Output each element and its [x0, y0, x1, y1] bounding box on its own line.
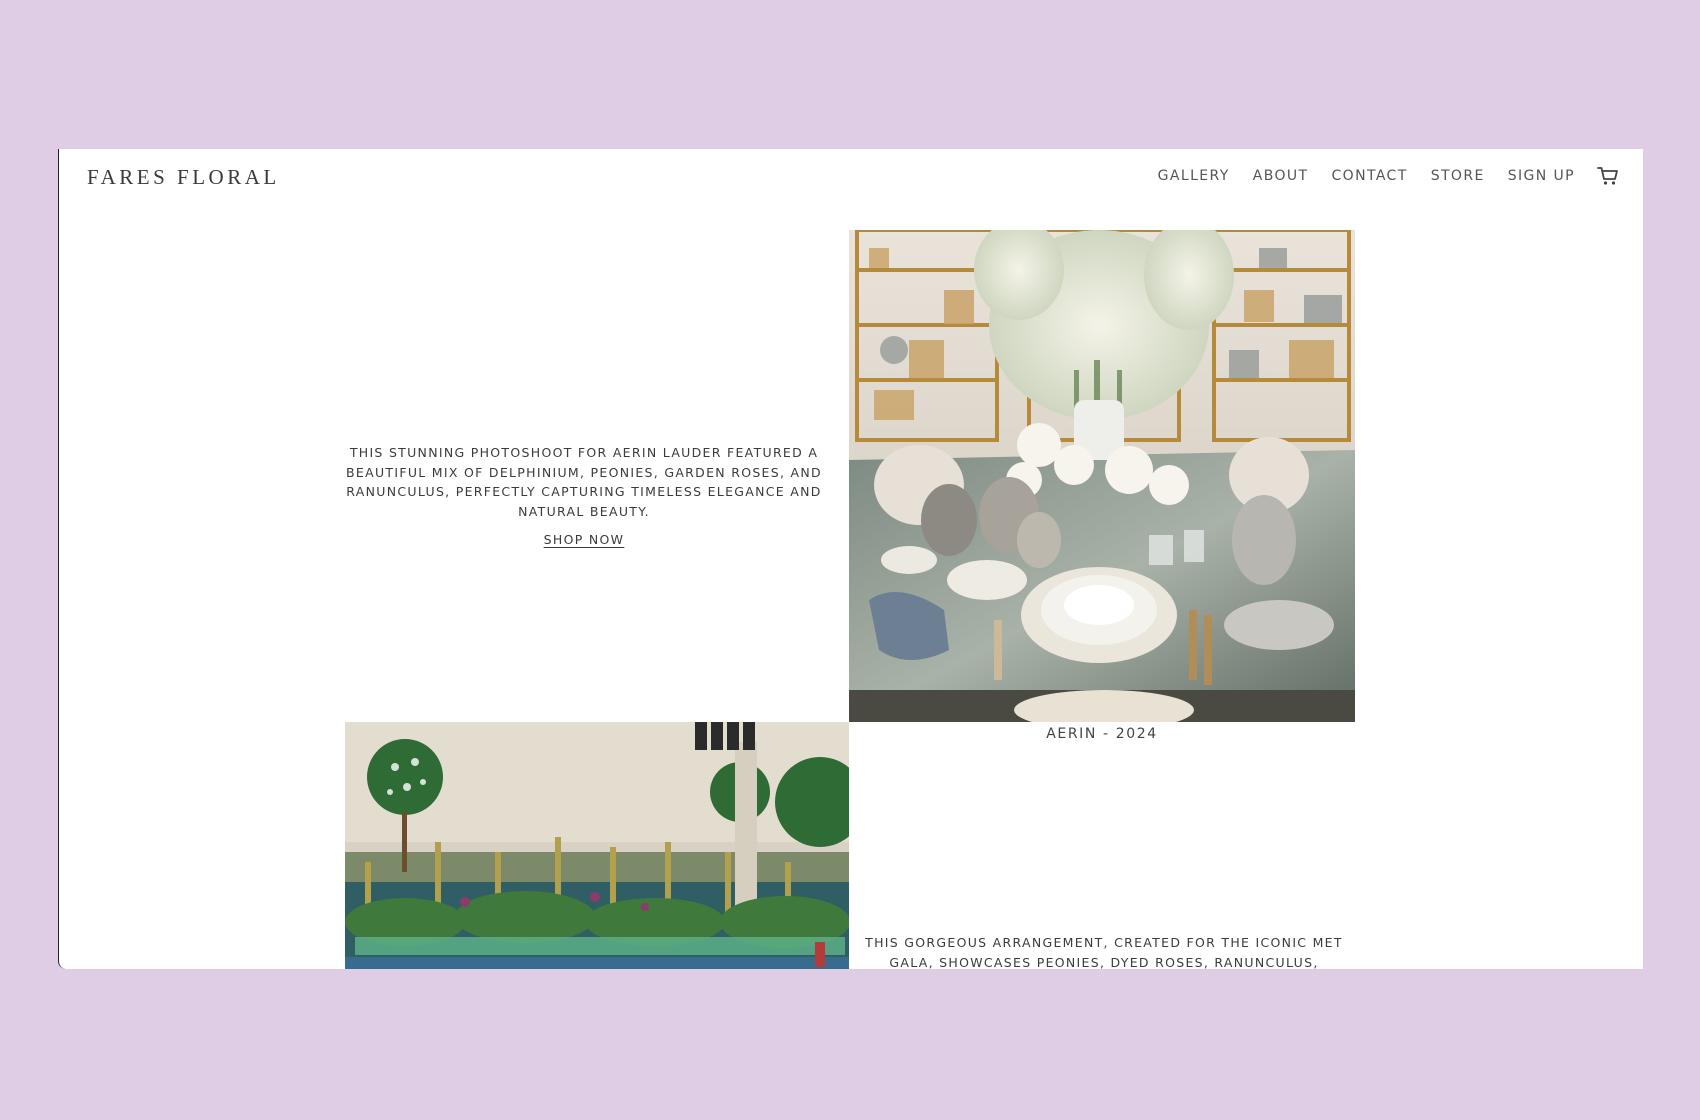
met-gala-photo[interactable] [345, 722, 849, 969]
nav-gallery[interactable]: GALLERY [1158, 168, 1230, 184]
aerin-photo[interactable] [849, 230, 1355, 722]
nav-store[interactable]: STORE [1431, 168, 1485, 184]
shop-now-link[interactable]: SHOP NOW [544, 532, 625, 547]
cart-icon[interactable] [1597, 166, 1619, 186]
main-nav: GALLERY ABOUT CONTACT STORE SIGN UP [1135, 166, 1619, 186]
nav-contact[interactable]: CONTACT [1331, 168, 1407, 184]
nav-about[interactable]: ABOUT [1253, 168, 1309, 184]
project-met-gala-text: THIS GORGEOUS ARRANGEMENT, CREATED FOR T… [859, 933, 1349, 969]
project-aerin-text: THIS STUNNING PHOTOSHOOT FOR AERIN LAUDE… [329, 443, 839, 549]
site-header: FARES FLORAL GALLERY ABOUT CONTACT STORE… [59, 149, 1643, 209]
project-aerin-caption: AERIN - 2024 [1046, 726, 1158, 742]
project-met-gala-description: THIS GORGEOUS ARRANGEMENT, CREATED FOR T… [865, 935, 1343, 969]
nav-sign-up[interactable]: SIGN UP [1508, 168, 1575, 184]
project-aerin-description: THIS STUNNING PHOTOSHOOT FOR AERIN LAUDE… [346, 445, 822, 519]
site-logo[interactable]: FARES FLORAL [87, 165, 280, 190]
browser-window: FARES FLORAL GALLERY ABOUT CONTACT STORE… [58, 149, 1643, 969]
